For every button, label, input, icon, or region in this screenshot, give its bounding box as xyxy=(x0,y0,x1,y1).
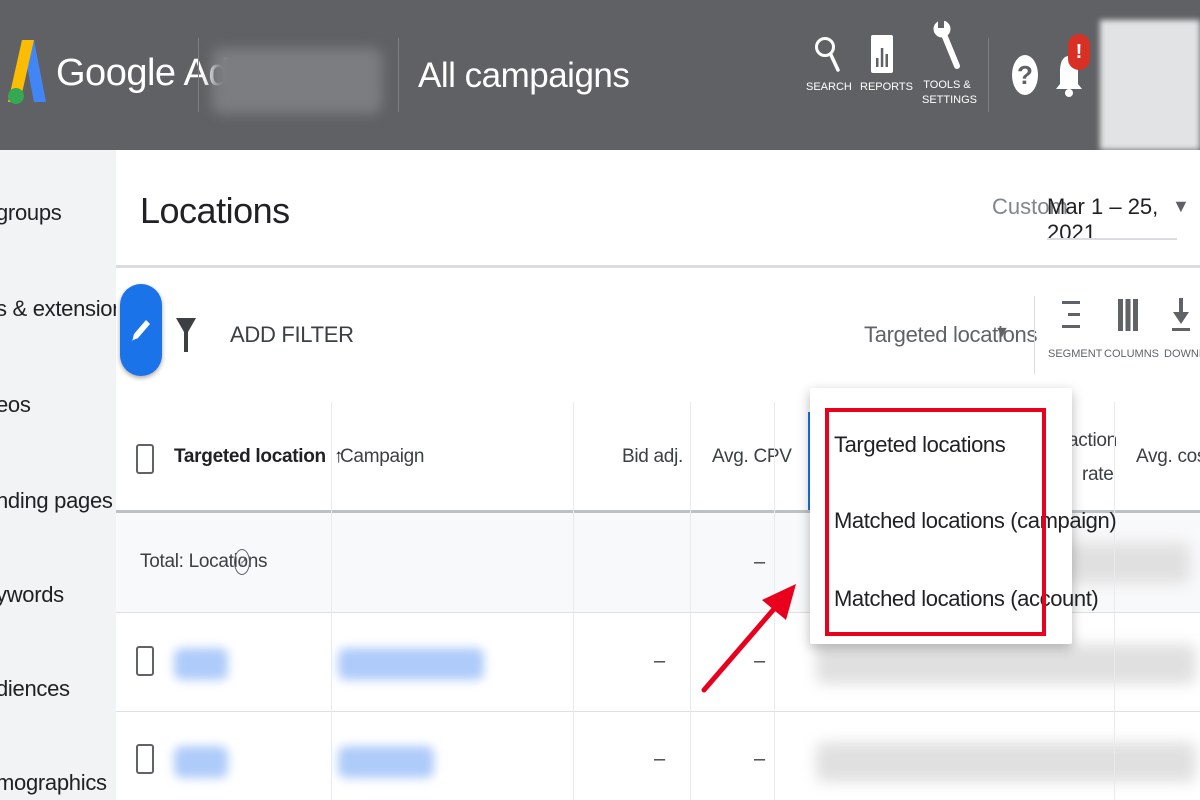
page-title: Locations xyxy=(140,190,290,231)
pencil-icon xyxy=(132,320,150,342)
search-label: SEARCH xyxy=(806,81,852,93)
notification-badge: ! xyxy=(1068,34,1090,70)
reports-icon xyxy=(871,35,893,73)
table-toolbar: ADD FILTER Targeted locations ▼ SEGMENT … xyxy=(116,268,1200,402)
download-label: DOWNLO xyxy=(1164,348,1200,360)
nav-item-landing-pages[interactable]: nding pages xyxy=(0,488,113,514)
column-header-interaction-rate[interactable]: action xyxy=(1068,430,1117,452)
column-header-avg-cost[interactable]: Avg. cost xyxy=(1136,446,1200,468)
filter-icon[interactable] xyxy=(176,316,196,354)
download-button[interactable]: DOWNLO xyxy=(1164,298,1200,360)
annotation-highlight-box xyxy=(825,408,1046,636)
campaign-link-redacted[interactable] xyxy=(338,648,484,680)
location-view-select[interactable]: Targeted locations xyxy=(864,322,1037,348)
campaign-link-redacted[interactable] xyxy=(338,746,434,778)
search-icon xyxy=(815,37,840,72)
google-ads-logo-icon[interactable] xyxy=(8,36,46,106)
segment-label: SEGMENT xyxy=(1048,348,1103,360)
toolbar-divider xyxy=(1034,296,1035,374)
tools-settings-label: TOOLS & SETTINGS xyxy=(922,79,978,106)
segment-icon xyxy=(1062,301,1080,328)
date-range-underline xyxy=(1047,238,1177,240)
column-header-targeted-location[interactable]: Targeted location ↑ xyxy=(174,446,343,468)
segment-button[interactable]: SEGMENT xyxy=(1048,298,1103,360)
nav-item-ad-groups[interactable]: groups xyxy=(0,200,62,226)
columns-icon xyxy=(1118,299,1138,331)
page-context-title[interactable]: All campaigns xyxy=(418,56,630,96)
header-divider xyxy=(398,38,399,112)
annotation-arrow xyxy=(701,584,796,693)
wrench-icon xyxy=(933,18,960,69)
columns-button[interactable]: COLUMNS xyxy=(1104,298,1160,360)
nav-item-keywords[interactable]: ywords xyxy=(0,582,64,608)
bid-adj-value: – xyxy=(654,748,666,770)
add-filter-button[interactable]: ADD FILTER xyxy=(230,322,354,348)
reports-label: REPORTS xyxy=(860,81,913,93)
column-header-interaction-rate-line2: rate xyxy=(1082,464,1114,485)
location-link-redacted[interactable] xyxy=(174,648,228,680)
column-divider xyxy=(573,402,574,800)
reports-button[interactable]: REPORTS xyxy=(860,34,913,95)
nav-item-audiences[interactable]: diences xyxy=(0,676,70,702)
page-header: Locations Custom Mar 1 – 25, 2021 ▼ xyxy=(116,150,1200,268)
header-divider xyxy=(198,38,199,112)
select-all-checkbox[interactable] xyxy=(136,444,154,474)
chevron-down-icon[interactable]: ▼ xyxy=(1172,196,1190,217)
row-checkbox[interactable] xyxy=(136,744,154,774)
column-header-avg-cpv[interactable]: Avg. CPV xyxy=(712,446,792,468)
nav-item-demographics[interactable]: mographics xyxy=(0,770,107,796)
columns-label: COLUMNS xyxy=(1104,348,1160,360)
left-nav: groups s & extensions eos nding pages yw… xyxy=(0,150,116,800)
account-name-redacted[interactable] xyxy=(212,48,382,114)
account-avatar-redacted[interactable] xyxy=(1100,20,1200,150)
help-icon[interactable]: ? xyxy=(1012,55,1038,95)
redacted-metrics xyxy=(1060,543,1190,583)
tools-settings-button[interactable]: TOOLS & SETTINGS xyxy=(922,18,978,108)
location-link-redacted[interactable] xyxy=(174,746,228,778)
column-header-campaign[interactable]: Campaign xyxy=(340,446,425,468)
table-row[interactable]: – – xyxy=(116,712,1200,800)
help-icon[interactable]: ? xyxy=(234,549,250,575)
nav-item-videos[interactable]: eos xyxy=(0,392,31,418)
redacted-metrics xyxy=(816,742,1196,782)
header-divider xyxy=(988,38,989,112)
edit-button[interactable] xyxy=(120,284,162,376)
search-button[interactable]: SEARCH xyxy=(806,34,852,95)
redacted-metrics xyxy=(816,644,1196,684)
column-divider xyxy=(331,402,332,800)
column-header-bid-adj[interactable]: Bid adj. xyxy=(622,446,683,468)
top-bar: Google Ads All campaigns SEARCH REPORTS … xyxy=(0,0,1200,150)
row-checkbox[interactable] xyxy=(136,646,154,676)
avg-cpv-value: – xyxy=(754,748,766,770)
bid-adj-value: – xyxy=(654,650,666,672)
download-icon xyxy=(1172,298,1190,331)
chevron-down-icon[interactable]: ▼ xyxy=(994,324,1010,342)
column-divider xyxy=(1114,402,1115,800)
nav-item-ads-extensions[interactable]: s & extensions xyxy=(0,296,116,322)
